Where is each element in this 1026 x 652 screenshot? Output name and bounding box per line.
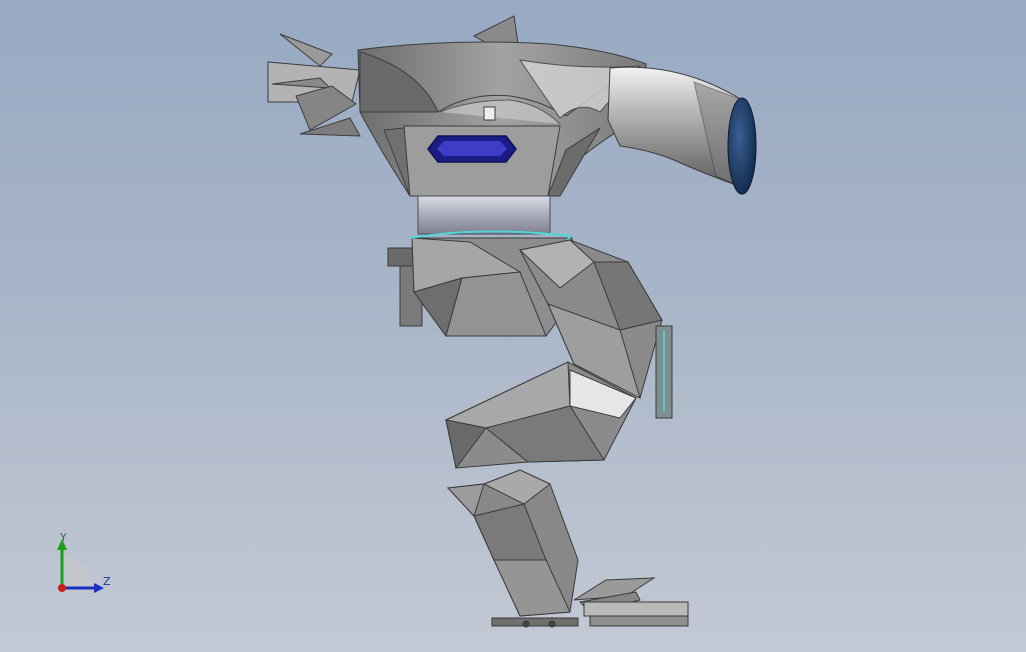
head-shell[interactable] bbox=[357, 41, 647, 197]
arm-cannon-cap bbox=[727, 97, 757, 195]
axis-y-label: Y bbox=[60, 531, 67, 544]
visor[interactable] bbox=[427, 135, 517, 163]
arm-cannon[interactable] bbox=[607, 66, 757, 195]
robot-mech-model[interactable] bbox=[0, 0, 1026, 652]
shin[interactable] bbox=[446, 469, 579, 617]
axis-z-label: Z bbox=[103, 575, 111, 588]
coordinate-triad: Y Z bbox=[50, 528, 120, 598]
back-spikes[interactable] bbox=[267, 33, 361, 137]
head-sensor bbox=[483, 106, 496, 121]
waist-cylinder[interactable] bbox=[417, 195, 551, 235]
top-fin[interactable] bbox=[472, 15, 519, 47]
graphics-viewport[interactable]: Y Z bbox=[0, 0, 1026, 652]
